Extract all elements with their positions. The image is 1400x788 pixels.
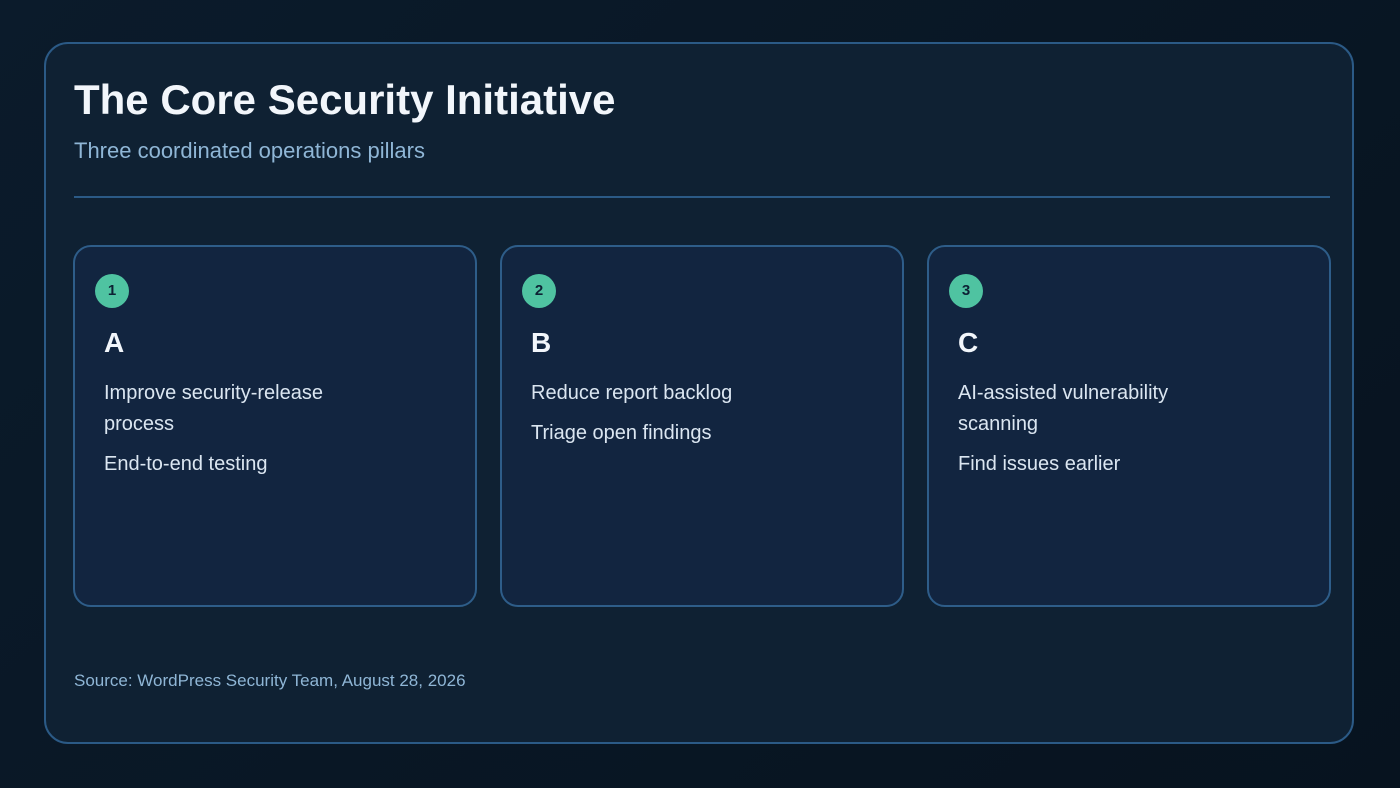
initiative-panel: The Core Security Initiative Three coord… [44, 42, 1354, 744]
pillar-item: End-to-end testing [104, 453, 268, 475]
pillar-item-list: AI-assisted vulnerability scanning Find … [958, 378, 1198, 489]
pillar-title: B [531, 327, 552, 358]
pillar-number-badge: 3 [949, 274, 983, 308]
pillar-card-b: 2 B Reduce report backlog Triage open fi… [500, 245, 904, 607]
pillar-title: C [958, 327, 979, 358]
pillar-item: Improve security-release process [104, 382, 323, 435]
header-divider [74, 196, 1330, 198]
pillar-cards: 1 A Improve security-release process End… [73, 245, 1331, 607]
pillar-number-badge: 1 [95, 274, 129, 308]
page-title: The Core Security Initiative [74, 76, 616, 123]
pillar-card-c: 3 C AI-assisted vulnerability scanning F… [927, 245, 1331, 607]
page-subtitle: Three coordinated operations pillars [74, 138, 425, 163]
pillar-title: A [104, 327, 125, 358]
pillar-card-a: 1 A Improve security-release process End… [73, 245, 477, 607]
pillar-item: Reduce report backlog [531, 382, 733, 404]
pillar-item: Triage open findings [531, 422, 712, 444]
pillar-item-list: Reduce report backlog Triage open findin… [531, 378, 761, 458]
pillar-item-list: Improve security-release process End-to-… [104, 378, 334, 489]
pillar-number-badge: 2 [522, 274, 556, 308]
source-note: Source: WordPress Security Team, August … [74, 671, 466, 690]
pillar-item: Find issues earlier [958, 453, 1121, 475]
pillar-item: AI-assisted vulnerability scanning [958, 382, 1169, 435]
